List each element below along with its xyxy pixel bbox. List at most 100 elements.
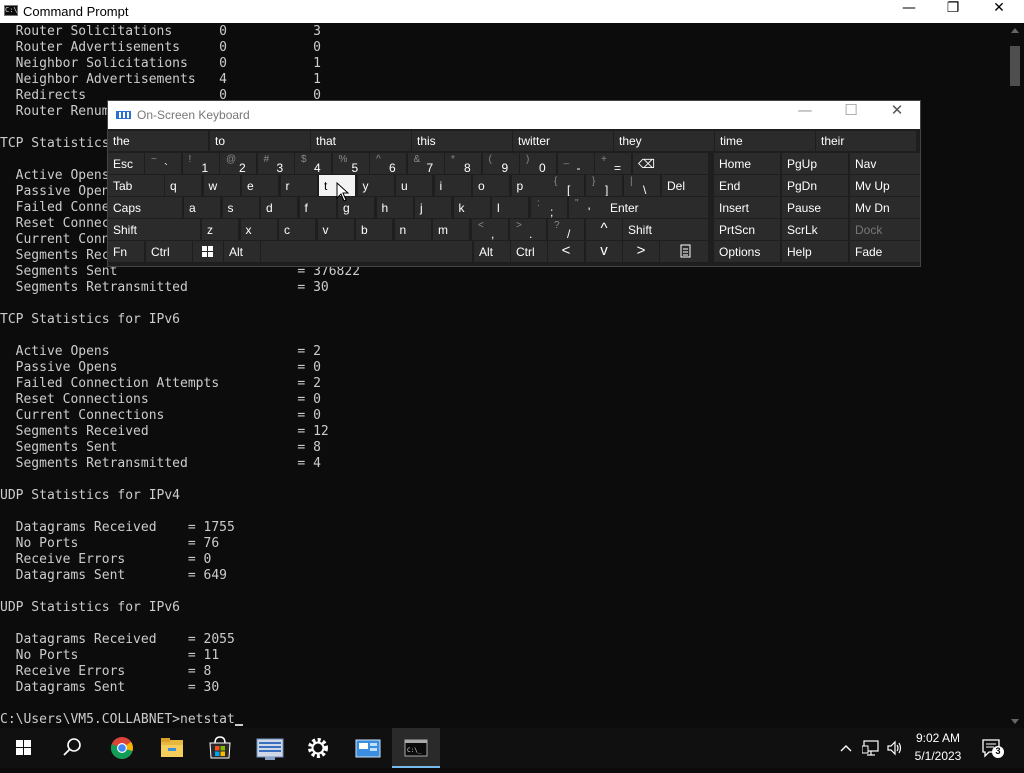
close-button[interactable]: ✕ xyxy=(976,0,1022,23)
key-scrlk[interactable]: ScrLk xyxy=(782,219,848,240)
key-9[interactable]: (9 xyxy=(482,153,519,174)
window-titlebar[interactable]: C:\ Command Prompt — ❐ ✕ xyxy=(0,0,1024,23)
key-0[interactable]: ) 0 xyxy=(520,153,556,174)
prediction-this[interactable]: this xyxy=(412,131,512,151)
key-ctrl-right[interactable]: Ctrl xyxy=(511,241,547,262)
key-space[interactable] xyxy=(261,241,472,262)
key-d[interactable]: d xyxy=(261,197,297,218)
key-caps[interactable]: Caps xyxy=(108,197,182,218)
key-home[interactable]: Home xyxy=(714,153,780,174)
osk-titlebar[interactable]: On-Screen Keyboard — ☐ ✕ xyxy=(108,101,920,129)
key-punct4-0[interactable]: <, xyxy=(472,219,508,240)
key-n[interactable]: n xyxy=(394,219,431,240)
key-help[interactable]: Help xyxy=(782,241,848,262)
key-s[interactable]: s xyxy=(222,197,259,218)
taskbar-settings[interactable] xyxy=(294,728,342,768)
taskbar-file-explorer[interactable] xyxy=(148,728,196,768)
key-4[interactable]: $4 xyxy=(295,153,331,174)
scroll-up-icon[interactable] xyxy=(1011,28,1019,33)
key-windows[interactable] xyxy=(193,241,223,262)
key-y[interactable]: y xyxy=(357,175,394,196)
key-k[interactable]: k xyxy=(453,197,490,218)
key-fn[interactable]: Fn xyxy=(108,241,144,262)
key-bracket-1[interactable]: }] xyxy=(586,175,622,196)
key-l[interactable]: l xyxy=(492,197,528,218)
key-v[interactable]: v xyxy=(317,219,354,240)
prediction-their[interactable]: their xyxy=(816,131,916,151)
minimize-button[interactable]: — xyxy=(886,0,932,23)
key-i[interactable]: i xyxy=(434,175,471,196)
key-a[interactable]: a xyxy=(184,197,220,218)
key-menu[interactable] xyxy=(660,241,708,262)
key-punct3-0[interactable]: :; xyxy=(531,197,567,218)
prompt-line[interactable]: C:\Users\VM5.COLLABNET>netstat xyxy=(0,712,1006,728)
osk-maximize-button[interactable]: ☐ xyxy=(828,101,874,129)
key-alt-right[interactable]: Alt xyxy=(474,241,510,262)
key-mv-up[interactable]: Mv Up xyxy=(850,175,920,196)
key-backspace[interactable]: ⌫ xyxy=(633,153,708,174)
clock-date[interactable]: 5/1/2023 xyxy=(908,749,968,763)
key-j[interactable]: j xyxy=(415,197,451,218)
key-f[interactable]: f xyxy=(299,197,336,218)
key-enter[interactable]: Enter xyxy=(605,197,708,218)
key-6[interactable]: ^ 6 xyxy=(370,153,406,174)
key-p[interactable]: p xyxy=(511,175,548,196)
key-5[interactable]: % 5 xyxy=(332,153,369,174)
key-bracket-0[interactable]: {[ xyxy=(548,175,584,196)
network-icon[interactable] xyxy=(862,739,880,757)
key-q[interactable]: q xyxy=(165,175,201,196)
key-2[interactable]: @2 xyxy=(220,153,256,174)
key-pgup[interactable]: PgUp xyxy=(782,153,848,174)
key-insert[interactable]: Insert xyxy=(714,197,780,218)
taskbar-server-manager[interactable] xyxy=(246,728,294,768)
key-=[interactable]: + = xyxy=(595,153,631,174)
key-punct3-1[interactable]: " ' xyxy=(569,197,605,218)
key-u[interactable]: u xyxy=(396,175,432,196)
key-pause[interactable]: Pause xyxy=(782,197,848,218)
taskbar-chrome[interactable] xyxy=(98,728,146,768)
key-mv-dn[interactable]: Mv Dn xyxy=(850,197,920,218)
taskbar-control-panel[interactable] xyxy=(344,728,392,768)
key-1[interactable]: ! 1 xyxy=(182,153,219,174)
key-7[interactable]: & 7 xyxy=(407,153,444,174)
key-3[interactable]: #3 xyxy=(257,153,294,174)
key-up-arrow[interactable]: ^ xyxy=(586,219,622,240)
key-tab[interactable]: Tab xyxy=(108,175,164,196)
key-z[interactable]: z xyxy=(202,219,238,240)
key-del[interactable]: Del xyxy=(662,175,708,196)
prediction-the[interactable]: the xyxy=(108,131,208,151)
key-down-arrow[interactable]: v xyxy=(586,241,622,262)
chevron-up-icon[interactable] xyxy=(838,740,854,756)
key-shift-right[interactable]: Shift xyxy=(623,219,708,240)
key-b[interactable]: b xyxy=(356,219,392,240)
key-e[interactable]: e xyxy=(242,175,278,196)
taskbar-command-prompt[interactable]: C:\_ xyxy=(392,728,440,768)
key-8[interactable]: * 8 xyxy=(445,153,481,174)
osk-close-button[interactable]: ✕ xyxy=(874,101,920,129)
prediction-that[interactable]: that xyxy=(311,131,411,151)
key-nav[interactable]: Nav xyxy=(850,153,920,174)
key-h[interactable]: h xyxy=(376,197,413,218)
prediction-to[interactable]: to xyxy=(210,131,310,151)
console-scrollbar[interactable] xyxy=(1006,24,1024,728)
prediction-they[interactable]: they xyxy=(614,131,714,151)
key-shift-left[interactable]: Shift xyxy=(108,219,200,240)
key-punct4-1[interactable]: >. xyxy=(510,219,546,240)
key-ctrl-left[interactable]: Ctrl xyxy=(146,241,192,262)
restore-button[interactable]: ❐ xyxy=(930,0,976,23)
key-x[interactable]: x xyxy=(240,219,277,240)
taskbar-store[interactable] xyxy=(196,728,244,768)
key-`[interactable]: ~ ` xyxy=(145,153,181,174)
action-center-button[interactable]: 3 xyxy=(980,736,1006,760)
key-options[interactable]: Options xyxy=(714,241,780,262)
start-button[interactable] xyxy=(0,728,48,768)
key--[interactable]: _ - xyxy=(557,153,594,174)
key-right-arrow[interactable]: > xyxy=(623,241,659,262)
on-screen-keyboard[interactable]: On-Screen Keyboard — ☐ ✕ the to that this tw… xyxy=(108,101,920,266)
key-punct4-2[interactable]: ? / xyxy=(548,219,584,240)
key-bracket-2[interactable]: | \ xyxy=(624,175,660,196)
key-c[interactable]: c xyxy=(279,219,315,240)
key-end[interactable]: End xyxy=(714,175,780,196)
key-dock[interactable]: Dock xyxy=(850,219,920,240)
prediction-time[interactable]: time xyxy=(715,131,815,151)
